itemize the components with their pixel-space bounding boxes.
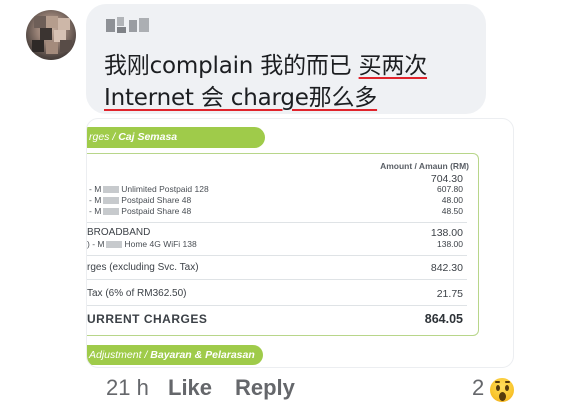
avatar-pixel — [40, 28, 52, 40]
current-charges-label: URRENT CHARGES — [87, 312, 208, 326]
mobile-line-2: - M Postpaid Share 48 — [89, 195, 191, 205]
redacted-number — [103, 197, 120, 205]
line-plan: Unlimited Postpaid 128 — [121, 184, 209, 194]
comment-timestamp[interactable]: 21 h — [106, 375, 149, 401]
redacted-number — [103, 208, 120, 216]
commenter-name-redacted[interactable] — [106, 17, 150, 34]
divider — [87, 255, 467, 256]
tax-amount: 21.75 — [436, 288, 463, 300]
avatar-pixel — [46, 42, 58, 54]
mobile-line-1-amount: 607.80 — [437, 184, 463, 194]
section-header-italic: Caj Semasa — [118, 131, 178, 143]
line-prefix: - M — [89, 195, 102, 205]
section-header-text: Adjustment / — [89, 349, 151, 361]
emoji-eye — [496, 385, 500, 391]
emoji-mouth — [499, 392, 506, 401]
wow-emoji-icon[interactable] — [489, 377, 515, 403]
subtotal-label: rges (excluding Svc. Tax) — [87, 262, 199, 273]
comment-text-line-1: 我刚complain 我的而已 买两次 — [104, 46, 427, 80]
comment-text-underlined: 买两次 — [358, 53, 428, 79]
mobile-line-2-amount: 48.00 — [441, 195, 463, 205]
emoji-brow — [495, 381, 500, 383]
mobile-line-3: - M Postpaid Share 48 — [89, 206, 191, 216]
broadband-line-amount: 138.00 — [437, 239, 463, 249]
broadband-label: BROADBAND — [87, 227, 151, 238]
section-header-text: rges / — [89, 131, 119, 143]
line-prefix: - M — [89, 184, 102, 194]
current-charges-amount: 864.05 — [424, 312, 463, 326]
reaction-count[interactable]: 2 — [472, 375, 484, 401]
line-plan: Home 4G WiFi 138 — [124, 239, 197, 249]
comment-text-underlined: Internet 会 charge那么多 — [104, 85, 378, 111]
subtotal-amount: 842.30 — [430, 262, 463, 274]
tax-label: Tax (6% of RM362.50) — [87, 288, 187, 299]
redacted-number — [103, 186, 120, 194]
mobile-line-1: - M Unlimited Postpaid 128 — [89, 184, 209, 194]
line-prefix: ) - M — [87, 239, 105, 249]
comment-text-plain: 我刚complain 我的而已 — [104, 53, 359, 79]
line-prefix: - M — [89, 206, 102, 216]
mobile-line-3-amount: 48.50 — [441, 206, 463, 216]
emoji-eye — [505, 385, 509, 391]
comment-text-line-2: Internet 会 charge那么多 — [104, 78, 377, 112]
broadband-line: ) - M Home 4G WiFi 138 — [87, 239, 197, 249]
divider — [87, 279, 467, 280]
redacted-number — [106, 241, 123, 249]
attached-bill-image[interactable]: rges / Caj Semasa Amount / Amaun (RM) 70… — [86, 118, 514, 368]
avatar-pixel — [32, 40, 44, 52]
line-plan: Postpaid Share 48 — [121, 206, 192, 216]
like-button[interactable]: Like — [168, 375, 212, 401]
section-header-current-charges: rges / Caj Semasa — [87, 127, 265, 148]
emoji-brow — [505, 381, 510, 383]
divider — [87, 305, 467, 306]
amount-column-header: Amount / Amaun (RM) — [380, 161, 469, 171]
avatar-pixel — [34, 16, 46, 28]
broadband-total-amount: 138.00 — [430, 227, 463, 239]
line-plan: Postpaid Share 48 — [121, 195, 192, 205]
divider — [87, 222, 467, 223]
avatar-pixel — [60, 40, 72, 52]
avatar-pixel — [58, 18, 70, 30]
section-header-italic: Bayaran & Pelarasan — [150, 349, 255, 361]
avatar-pixel — [46, 16, 58, 28]
section-header-adjustment: Adjustment / Bayaran & Pelarasan — [87, 345, 263, 365]
reply-button[interactable]: Reply — [235, 375, 295, 401]
avatar[interactable] — [26, 10, 76, 60]
